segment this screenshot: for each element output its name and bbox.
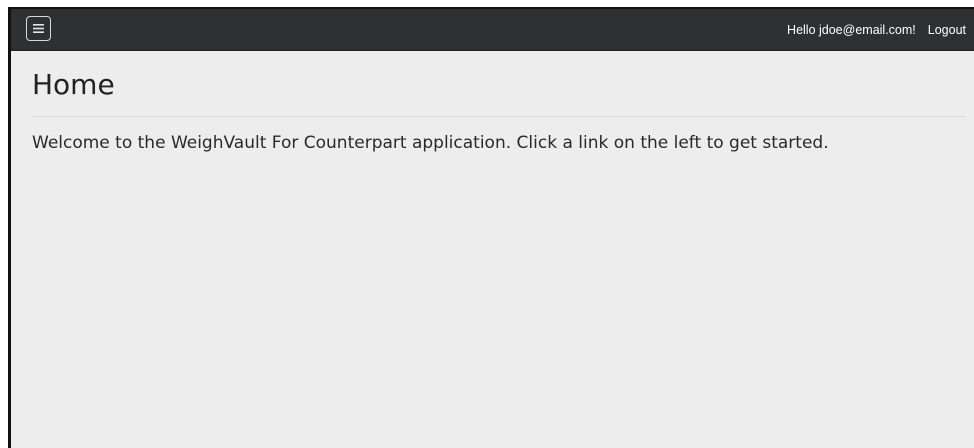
menu-toggle-button[interactable] [26, 16, 51, 41]
top-navbar: Hello jdoe@email.com! Logout [11, 9, 974, 51]
user-greeting: Hello jdoe@email.com! [787, 23, 916, 37]
hamburger-menu-icon [33, 24, 44, 33]
main-content: Home Welcome to the WeighVault For Count… [11, 51, 974, 448]
title-divider [32, 116, 965, 117]
welcome-message: Welcome to the WeighVault For Counterpar… [32, 133, 829, 153]
logout-link[interactable]: Logout [928, 23, 966, 37]
page-title: Home [32, 68, 115, 101]
user-nav: Hello jdoe@email.com! Logout [787, 9, 966, 51]
